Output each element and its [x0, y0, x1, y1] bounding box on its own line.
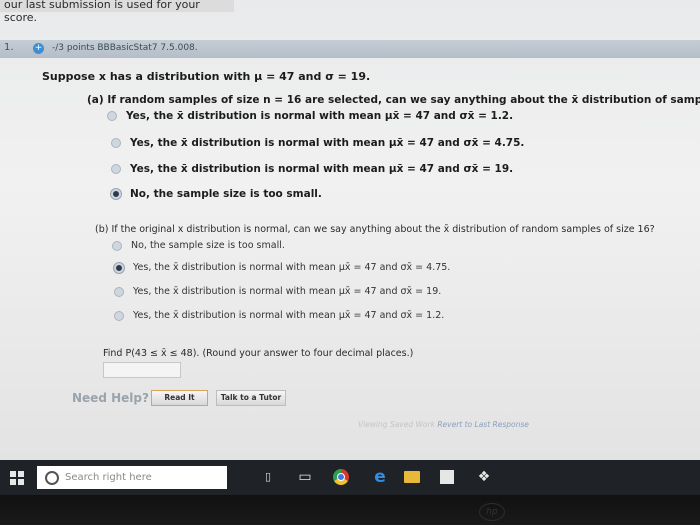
- windows-taskbar: Search right here ▯ ▭ e ❖: [0, 460, 700, 495]
- search-placeholder: Search right here: [65, 472, 152, 483]
- taskbar-search-box[interactable]: Search right here: [37, 466, 227, 489]
- option-label: Yes, the x̄ distribution is normal with …: [130, 137, 525, 149]
- option-label: Yes, the x̄ distribution is normal with …: [130, 163, 514, 175]
- folder-icon[interactable]: [404, 471, 420, 483]
- question-stem: Suppose x has a distribution with μ = 47…: [42, 70, 371, 83]
- store-icon[interactable]: [440, 470, 454, 484]
- question-header-bar: 1. + -/3 points BBBasicStat7 7.5.008.: [0, 40, 700, 58]
- talk-to-tutor-button[interactable]: Talk to a Tutor: [216, 390, 286, 406]
- question-number: 1.: [4, 42, 14, 53]
- part-b-option[interactable]: Yes, the x̄ distribution is normal with …: [114, 310, 444, 321]
- revert-link[interactable]: Revert to Last Response: [437, 420, 529, 429]
- part-a-option[interactable]: Yes, the x̄ distribution is normal with …: [107, 110, 513, 122]
- find-probability-prompt: Find P(43 ≤ x̄ ≤ 48). (Round your answer…: [103, 348, 414, 359]
- option-label: Yes, the x̄ distribution is normal with …: [133, 286, 442, 297]
- radio-button[interactable]: [111, 164, 121, 174]
- browser-viewport: our last submission is used for your sco…: [0, 0, 700, 460]
- part-a-option[interactable]: Yes, the x̄ distribution is normal with …: [111, 137, 524, 149]
- edge-icon[interactable]: e: [372, 468, 388, 486]
- need-help-label: Need Help?: [72, 391, 149, 405]
- question-points-reference: -/3 points BBBasicStat7 7.5.008.: [52, 43, 198, 53]
- chrome-icon[interactable]: [333, 469, 349, 485]
- windows-logo-icon[interactable]: [10, 471, 24, 485]
- radio-button[interactable]: [114, 286, 124, 297]
- read-it-button[interactable]: Read It: [151, 390, 208, 406]
- option-label: Yes, the x̄ distribution is normal with …: [133, 262, 451, 273]
- task-view-icon[interactable]: ▭: [296, 468, 314, 486]
- search-icon: [45, 470, 59, 485]
- dropbox-icon[interactable]: ❖: [476, 468, 492, 486]
- part-a-prompt: (a) If random samples of size n = 16 are…: [87, 94, 700, 106]
- part-b-option[interactable]: Yes, the x̄ distribution is normal with …: [114, 286, 441, 297]
- option-label: Yes, the x̄ distribution is normal with …: [126, 110, 514, 122]
- hp-logo: hp: [479, 503, 505, 521]
- saved-work-text: Viewing Saved Work: [358, 420, 438, 429]
- radio-button[interactable]: [112, 240, 122, 251]
- radio-button[interactable]: [107, 111, 117, 121]
- submission-note: our last submission is used for your sco…: [0, 0, 234, 24]
- option-label: No, the sample size is too small.: [131, 240, 285, 251]
- option-label: Yes, the x̄ distribution is normal with …: [133, 310, 445, 321]
- saved-work-status: Viewing Saved Work Revert to Last Respon…: [358, 420, 529, 429]
- part-a-option[interactable]: Yes, the x̄ distribution is normal with …: [111, 163, 513, 175]
- radio-button[interactable]: [114, 310, 124, 321]
- monitor-bezel: [0, 495, 700, 525]
- plus-circle-icon[interactable]: +: [33, 43, 44, 54]
- part-a-option-selected[interactable]: No, the sample size is too small.: [111, 188, 322, 200]
- part-b-option-selected[interactable]: Yes, the x̄ distribution is normal with …: [114, 262, 450, 273]
- radio-button-selected[interactable]: [114, 262, 124, 273]
- part-b-prompt: (b) If the original x distribution is no…: [95, 224, 655, 235]
- option-label: No, the sample size is too small.: [130, 188, 322, 200]
- radio-button[interactable]: [111, 138, 121, 148]
- answer-input[interactable]: [103, 362, 181, 378]
- radio-button-selected[interactable]: [111, 189, 121, 199]
- part-b-option[interactable]: No, the sample size is too small.: [112, 240, 285, 251]
- microphone-icon[interactable]: ▯: [262, 468, 274, 486]
